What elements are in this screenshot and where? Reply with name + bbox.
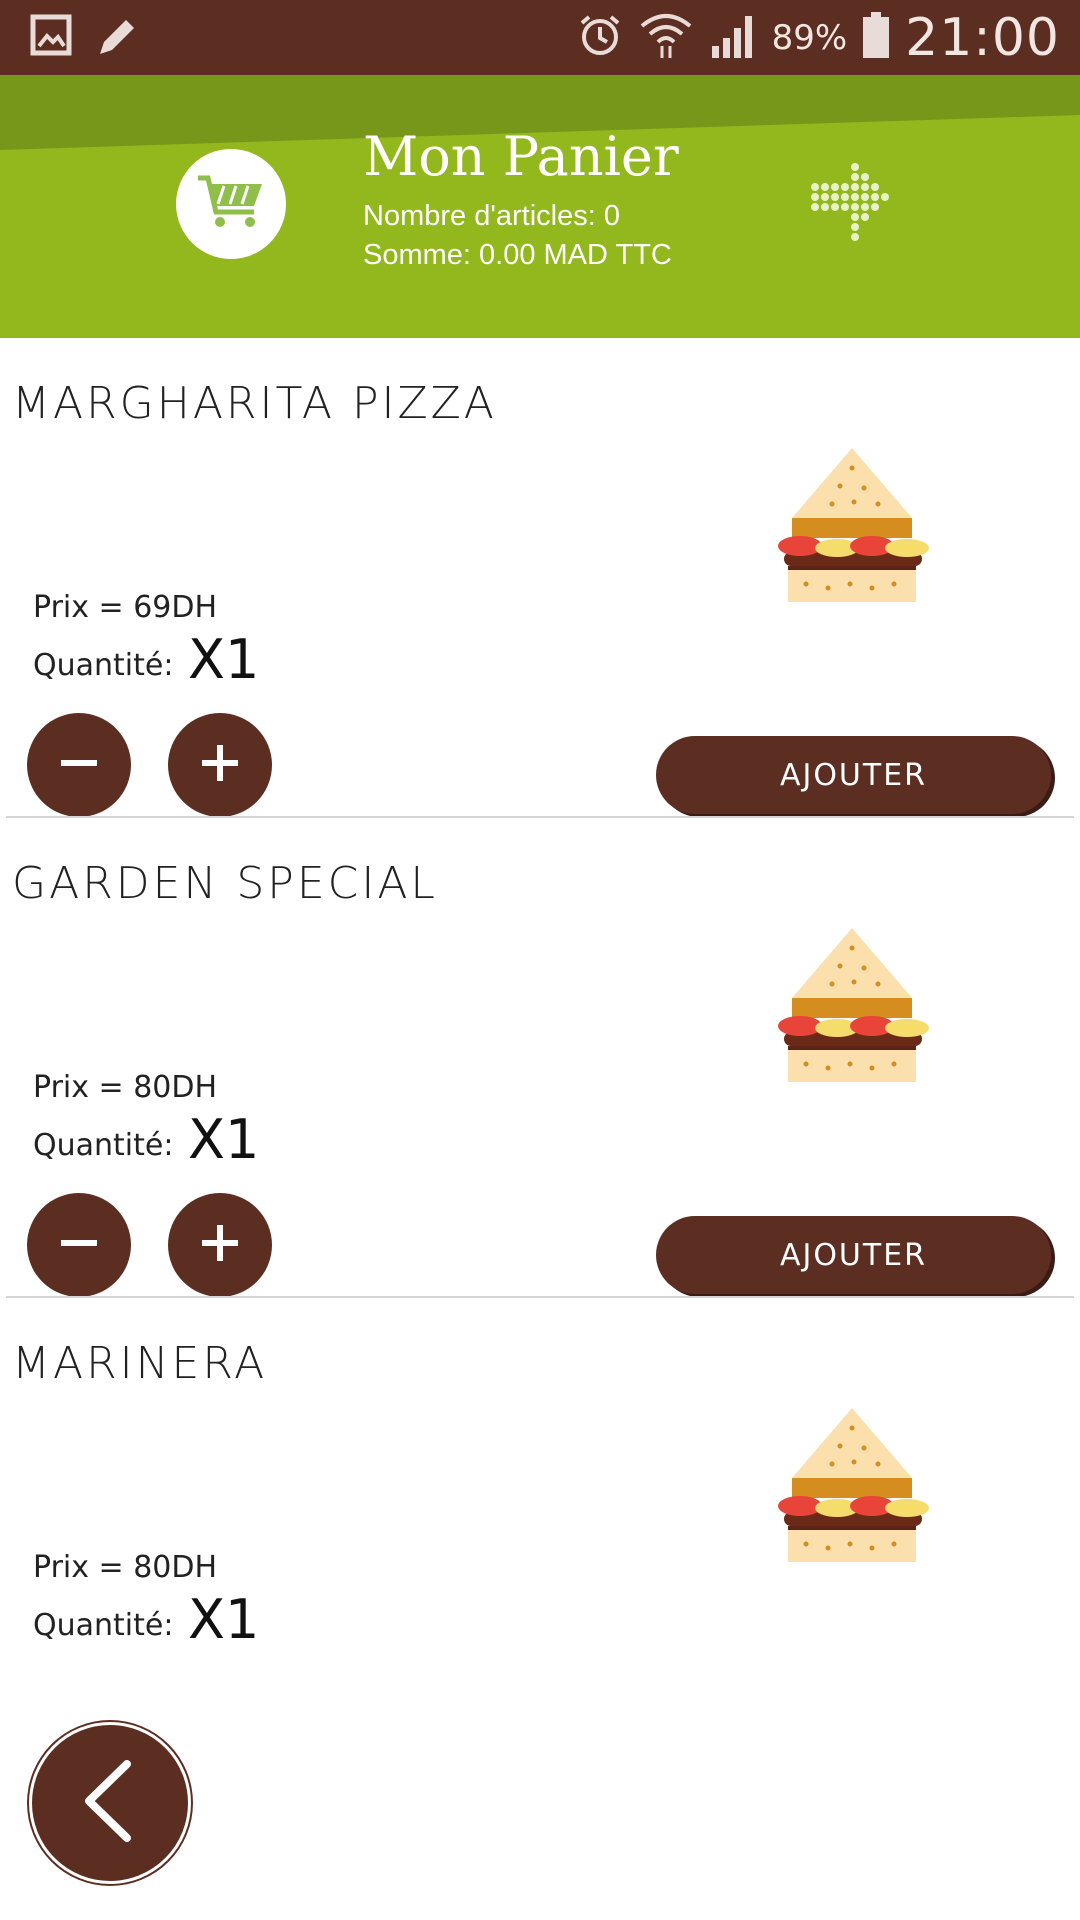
quantity-label: Quantité: <box>33 1128 174 1163</box>
battery-icon <box>861 10 891 65</box>
dotted-arrow-icon[interactable] <box>808 160 894 251</box>
plus-icon <box>200 1223 240 1268</box>
page-title: Mon Panier <box>363 125 679 188</box>
cart-icon <box>196 172 266 237</box>
decrease-quantity-button[interactable] <box>27 1193 131 1297</box>
quantity-label: Quantité: <box>33 1608 174 1643</box>
back-button[interactable] <box>29 1722 191 1884</box>
minus-icon <box>59 1223 99 1268</box>
cart-badge <box>176 149 286 259</box>
plus-icon <box>200 743 240 788</box>
add-to-cart-button[interactable]: AJOUTER <box>656 1216 1051 1294</box>
sandwich-icon <box>762 1408 942 1568</box>
sandwich-icon <box>762 928 942 1088</box>
increase-quantity-button[interactable] <box>168 1193 272 1297</box>
product-price: Prix = 80DH <box>33 1550 218 1585</box>
product-name: GARDEN SPECIAL <box>12 858 438 909</box>
cart-header: Mon Panier Nombre d'articles: 0 Somme: 0… <box>0 75 1080 338</box>
product-price: Prix = 69DH <box>33 590 218 625</box>
status-bar: 89% 21:00 <box>0 0 1080 75</box>
decrease-quantity-button[interactable] <box>27 713 131 817</box>
quantity-value: X1 <box>188 1588 260 1651</box>
status-left-icons <box>30 12 142 65</box>
image-icon <box>30 12 72 65</box>
cart-total: Somme: 0.00 MAD TTC <box>363 239 672 271</box>
pencil-icon <box>94 12 142 65</box>
items-count: Nombre d'articles: 0 <box>363 200 620 232</box>
status-right-icons: 89% 21:00 <box>576 0 1060 75</box>
chevron-left-icon <box>75 1756 145 1851</box>
status-time: 21:00 <box>905 7 1060 68</box>
product-name: MARINERA <box>12 1338 268 1389</box>
quantity-label: Quantité: <box>33 648 174 683</box>
product-card: MARGHARITA PIZZA Prix = 69DH Quantité: X… <box>0 338 1080 818</box>
signal-icon <box>708 10 758 65</box>
minus-icon <box>59 743 99 788</box>
product-card: GARDEN SPECIAL Prix = 80DH Quantité: X1 … <box>0 818 1080 1298</box>
wifi-icon <box>638 10 694 65</box>
increase-quantity-button[interactable] <box>168 713 272 817</box>
sandwich-icon <box>762 448 942 608</box>
product-name: MARGHARITA PIZZA <box>12 378 497 429</box>
product-price: Prix = 80DH <box>33 1070 218 1105</box>
quantity-value: X1 <box>188 628 260 691</box>
alarm-icon <box>576 11 624 64</box>
battery-percent: 89% <box>771 17 848 58</box>
add-to-cart-button[interactable]: AJOUTER <box>656 736 1051 814</box>
product-card: MARINERA Prix = 80DH Quantité: X1 <box>0 1298 1080 1698</box>
quantity-value: X1 <box>188 1108 260 1171</box>
